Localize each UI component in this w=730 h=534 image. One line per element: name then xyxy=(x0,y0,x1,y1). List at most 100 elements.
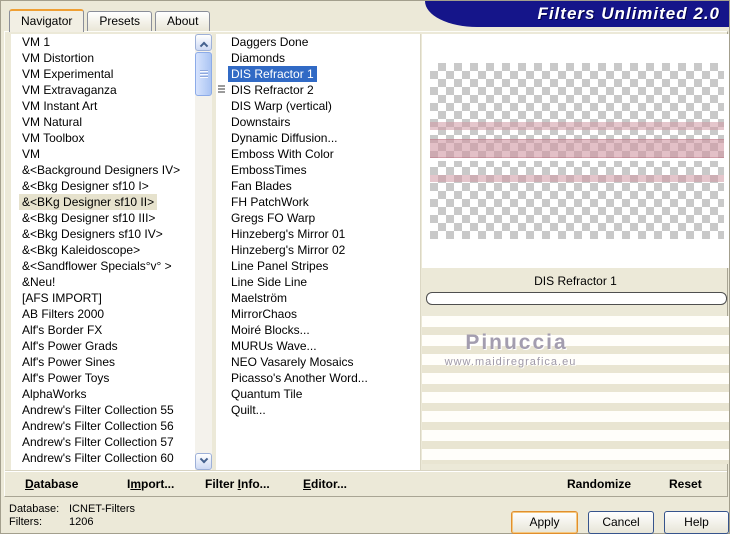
filter-label: Daggers Done xyxy=(231,35,309,49)
database-status-value: ICNET-Filters xyxy=(69,503,135,515)
filter-label: Quantum Tile xyxy=(231,387,303,401)
filter-item[interactable]: NEO Vasarely Mosaics xyxy=(216,354,420,370)
editor-button[interactable]: Editor... xyxy=(303,477,347,491)
category-item[interactable]: VM Distortion xyxy=(11,50,195,66)
bottom-toolbar: Database Import... Filter Info... Editor… xyxy=(5,470,727,497)
category-item[interactable]: &<BKg Designer sf10 II> xyxy=(11,194,195,210)
filter-item[interactable]: Line Side Line xyxy=(216,274,420,290)
filter-item[interactable]: DIS Refractor 1 xyxy=(216,66,420,82)
cancel-button[interactable]: Cancel xyxy=(588,511,654,534)
category-item[interactable]: Alf's Power Sines xyxy=(11,354,195,370)
database-button[interactable]: Database xyxy=(25,477,78,491)
parameter-slider[interactable] xyxy=(426,292,727,305)
category-item[interactable]: VM Toolbox xyxy=(11,130,195,146)
help-button[interactable]: Help xyxy=(664,511,729,534)
category-label: VM Natural xyxy=(22,115,83,129)
filter-item[interactable]: Quantum Tile xyxy=(216,386,420,402)
category-item[interactable]: &<Bkg Designer sf10 I> xyxy=(11,178,195,194)
filter-item[interactable]: Gregs FO Warp xyxy=(216,210,420,226)
filter-item[interactable]: Maelström xyxy=(216,290,420,306)
filter-item[interactable]: EmbossTimes xyxy=(216,162,420,178)
category-item[interactable]: Alf's Border FX xyxy=(11,322,195,338)
tab-navigator[interactable]: Navigator xyxy=(9,9,85,32)
preview-image xyxy=(430,63,724,239)
filter-label: EmbossTimes xyxy=(231,163,307,177)
filter-label: Downstairs xyxy=(231,115,291,129)
filter-item[interactable]: Fan Blades xyxy=(216,178,420,194)
filter-label: MirrorChaos xyxy=(231,307,298,321)
filter-label: Fan Blades xyxy=(231,179,292,193)
filter-item[interactable]: FH PatchWork xyxy=(216,194,420,210)
category-label: &<Background Designers IV> xyxy=(22,163,181,177)
filter-item[interactable]: Hinzeberg's Mirror 02 xyxy=(216,242,420,258)
filter-info-button[interactable]: Filter Info... xyxy=(205,477,270,491)
label-part: ditor... xyxy=(311,477,348,491)
filter-item[interactable]: DIS Warp (vertical) xyxy=(216,98,420,114)
category-item[interactable]: AlphaWorks xyxy=(11,386,195,402)
chevron-up-icon xyxy=(199,41,208,50)
filter-item[interactable]: Picasso's Another Word... xyxy=(216,370,420,386)
filters-count-value: 1206 xyxy=(69,516,94,528)
filter-item[interactable]: Moiré Blocks... xyxy=(216,322,420,338)
category-item[interactable]: &<Bkg Designers sf10 IV> xyxy=(11,226,195,242)
filter-label: DIS Warp (vertical) xyxy=(231,99,332,113)
category-item[interactable]: VM xyxy=(11,146,195,162)
category-item[interactable]: VM Instant Art xyxy=(11,98,195,114)
scroll-down-button[interactable] xyxy=(195,453,212,470)
category-item[interactable]: &<Sandflower Specials°v° > xyxy=(11,258,195,274)
category-item[interactable]: Alf's Power Toys xyxy=(11,370,195,386)
filter-label: Diamonds xyxy=(231,51,286,65)
category-item[interactable]: &<Bkg Kaleidoscope> xyxy=(11,242,195,258)
category-item[interactable]: Alf's Power Grads xyxy=(11,338,195,354)
navigator-panel: VM 1 VM Distortion VM Experimental VM Ex… xyxy=(4,31,729,497)
category-label: VM xyxy=(22,147,40,161)
filter-label: MURUs Wave... xyxy=(231,339,317,353)
category-item[interactable]: AB Filters 2000 xyxy=(11,306,195,322)
reset-button[interactable]: Reset xyxy=(669,477,702,491)
category-item[interactable]: Andrew's Filter Collection 60 xyxy=(11,450,195,466)
watermark-title: Pinuccia xyxy=(465,331,568,354)
tab-presets[interactable]: Presets xyxy=(87,11,153,31)
category-item[interactable]: VM 1 xyxy=(11,34,195,50)
import-button[interactable]: Import... xyxy=(127,477,174,491)
filter-item[interactable]: Quilt... xyxy=(216,402,420,418)
category-label: &<Sandflower Specials°v° > xyxy=(22,259,172,273)
preview-stripe xyxy=(430,139,724,158)
category-label: &<Bkg Designer sf10 III> xyxy=(22,211,156,225)
app-title: Filters Unlimited 2.0 xyxy=(537,4,720,23)
filter-item[interactable]: Dynamic Diffusion... xyxy=(216,130,420,146)
category-item[interactable]: VM Natural xyxy=(11,114,195,130)
category-item[interactable]: Andrew's Filter Collection 56 xyxy=(11,418,195,434)
tab-about[interactable]: About xyxy=(155,11,211,31)
category-item[interactable]: &<Background Designers IV> xyxy=(11,162,195,178)
filter-item[interactable]: Hinzeberg's Mirror 01 xyxy=(216,226,420,242)
randomize-button[interactable]: Randomize xyxy=(567,477,631,491)
category-label: Alf's Power Toys xyxy=(22,371,110,385)
category-scrollbar[interactable] xyxy=(195,34,212,470)
selected-filter-name: DIS Refractor 1 xyxy=(534,274,617,288)
category-label: &Neu! xyxy=(22,275,56,289)
filter-item[interactable]: Downstairs xyxy=(216,114,420,130)
category-item[interactable]: &<Bkg Designer sf10 III> xyxy=(11,210,195,226)
filter-item[interactable]: Daggers Done xyxy=(216,34,420,50)
filter-item[interactable]: Diamonds xyxy=(216,50,420,66)
category-item[interactable]: Andrew's Filter Collection 55 xyxy=(11,402,195,418)
filter-item[interactable]: MirrorChaos xyxy=(216,306,420,322)
tab-bar: Navigator Presets About xyxy=(9,9,211,32)
apply-button[interactable]: Apply xyxy=(511,511,578,534)
category-item[interactable]: Andrew's Filter Collection 57 xyxy=(11,434,195,450)
category-item[interactable]: &Neu! xyxy=(11,274,195,290)
category-label: Andrew's Filter Collection 57 xyxy=(22,435,174,449)
access-key: D xyxy=(25,477,34,491)
filter-item[interactable]: MURUs Wave... xyxy=(216,338,420,354)
filter-item[interactable]: DIS Refractor 2 xyxy=(216,82,420,98)
scrollbar-thumb[interactable] xyxy=(195,52,212,96)
category-item[interactable]: VM Extravaganza xyxy=(11,82,195,98)
category-item[interactable]: [AFS IMPORT] xyxy=(11,290,195,306)
scroll-up-button[interactable] xyxy=(195,34,212,51)
category-label: AB Filters 2000 xyxy=(22,307,105,321)
category-item[interactable]: VM Experimental xyxy=(11,66,195,82)
filter-item[interactable]: Emboss With Color xyxy=(216,146,420,162)
category-label: Alf's Power Sines xyxy=(22,355,115,369)
filter-item[interactable]: Line Panel Stripes xyxy=(216,258,420,274)
